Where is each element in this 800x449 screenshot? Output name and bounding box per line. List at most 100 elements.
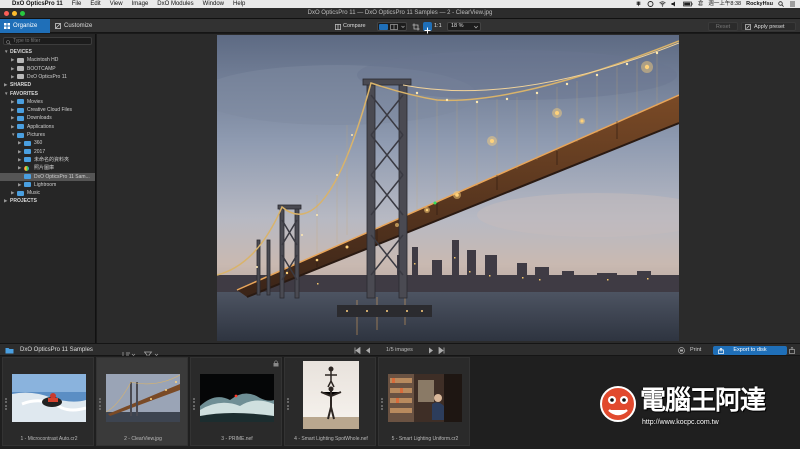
folder-icon [24,140,31,146]
sort-dropdown[interactable] [121,346,136,359]
view-dropdown-icon[interactable] [401,24,405,30]
print-button[interactable]: Print [678,346,708,355]
tree-item[interactable]: ▶ Macintosh HD [0,56,95,64]
zoom-value: 18 % [451,23,464,29]
menu-help[interactable]: Help [233,0,245,8]
watermark-title: 電腦王阿達 [640,386,766,416]
menu-window[interactable]: Window [203,0,224,8]
notification-center-icon[interactable] [789,1,796,7]
disclosure-closed-icon[interactable]: ▶ [4,81,9,89]
disclosure-open-icon[interactable]: ▼ [4,48,9,56]
tree-item[interactable]: ▶ BOOTCAMP [0,65,95,73]
menu-dxo-modules[interactable]: DxO Modules [157,0,193,8]
folder-icon [17,132,24,138]
menu-image[interactable]: Image [132,0,149,8]
tree-item[interactable]: ▶ Downloads [0,114,95,122]
thumbnail-3-image [200,374,274,422]
thumbnail-1[interactable]: 1 - Microcontrast Auto.cr2 [2,357,94,446]
split-view-icon[interactable] [390,23,398,30]
tree-item[interactable]: DxO OpticsPro 11 Sam... [0,172,95,181]
battery-icon[interactable] [683,1,693,7]
crop-icon[interactable] [412,23,420,31]
tree-item[interactable]: ▶ Lightroom [0,181,95,189]
tree-item[interactable]: ▶ 360 [0,139,95,147]
tree-section-shared[interactable]: ▶ SHARED [0,81,95,89]
thumbnail-5-caption: 5 - Smart Lighting Uniform.cr2 [391,436,459,442]
bridge-photo [217,35,679,341]
filter-search-input[interactable] [3,37,92,45]
wifi-icon[interactable] [659,1,666,7]
disclosure-closed-icon[interactable]: ▶ [11,106,16,114]
disclosure-closed-icon[interactable]: ▶ [18,156,23,164]
apply-preset-button[interactable]: Apply preset [741,22,796,31]
disclosure-closed-icon[interactable]: ▶ [18,164,23,172]
thumbnail-4-image [303,361,359,429]
main-preview-image[interactable] [217,35,679,341]
thumbnail-4[interactable]: 4 - Smart Lighting SpotWhole.nef [284,357,376,446]
filmstrip: 1 - Microcontrast Auto.cr2 2 - ClearView… [0,356,800,449]
tab-customize[interactable]: Customize [51,19,103,33]
disclosure-open-icon[interactable]: ▼ [4,90,9,98]
zoom-select[interactable]: 18 % [447,22,481,31]
disclosure-open-icon[interactable]: ▼ [11,131,16,139]
tree-section-favorites[interactable]: ▼ FAVORITES [0,90,95,98]
menu-view[interactable]: View [110,0,123,8]
reset-button[interactable]: Reset [708,22,738,31]
compare-button[interactable]: Compare [334,22,372,31]
spotlight-search-icon[interactable] [778,1,784,7]
disclosure-closed-icon[interactable]: ▶ [11,98,16,106]
menu-edit[interactable]: Edit [90,0,100,8]
creative-cloud-icon[interactable] [647,1,654,7]
export-label: Export to disk [733,347,767,353]
input-method-label[interactable]: 倉 [698,0,704,8]
disclosure-closed-icon[interactable]: ▶ [11,114,16,122]
watermark-logo: 電腦王阿達 http://www.kocpc.com.tw [598,384,798,434]
menu-file[interactable]: File [72,0,82,8]
disclosure-closed-icon[interactable]: ▶ [11,65,16,73]
drive-icon [17,57,24,63]
tree-item[interactable]: ▶ 2017 [0,148,95,156]
tree-item-label: 2017 [34,148,46,155]
tree-section-projects[interactable]: ▶ PROJECTS [0,197,95,205]
ratio-1-1-button[interactable]: 1:1 [434,22,442,31]
tree-section-devices[interactable]: ▼ DEVICES [0,48,95,56]
next-image-icon[interactable] [428,347,434,354]
tree-item[interactable]: ▶ Movies [0,98,95,106]
thumbnail-3[interactable]: 3 - PRIME.nef [190,357,282,446]
disclosure-closed-icon[interactable]: ▶ [11,56,16,64]
tree-item[interactable]: ▶ Creative Cloud Files [0,106,95,114]
filmstrip-toolbar: DxO OpticsPro 11 Samples 1/5 images Prin… [0,343,800,359]
tree-item[interactable]: ▶ 未命名的資料夾 [0,156,95,164]
volume-icon[interactable] [671,1,678,7]
tree-item[interactable]: ▶ Applications [0,123,95,131]
export-to-disk-button[interactable]: Export to disk [713,346,787,355]
disclosure-closed-icon[interactable]: ▶ [4,197,9,205]
disclosure-closed-icon[interactable]: ▶ [11,73,16,81]
tree-item[interactable]: ▶ Music [0,189,95,197]
last-image-icon[interactable] [438,347,445,354]
tab-organize[interactable]: Organize [0,19,50,33]
tree-item[interactable]: ▶ 照片圖庫 [0,164,95,172]
thumbnail-2[interactable]: 2 - ClearView.jpg [96,357,188,446]
tree-item[interactable]: ▶ DxO OpticsPro 11 [0,73,95,81]
disclosure-closed-icon[interactable]: ▶ [11,123,16,131]
drag-handle [287,398,289,410]
collapse-filmstrip-icon[interactable] [789,347,795,354]
single-view-button[interactable] [379,24,388,30]
app-menu[interactable]: DxO OpticsPro 11 [12,0,63,8]
prev-image-icon[interactable] [365,347,371,354]
disclosure-closed-icon[interactable]: ▶ [18,148,23,156]
filter-dropdown[interactable] [143,346,159,359]
loupe-button[interactable] [423,22,432,34]
tree-item-label: Downloads [27,115,52,122]
dropbox-icon[interactable] [635,1,642,7]
disclosure-closed-icon[interactable]: ▶ [18,139,23,147]
thumbnail-5[interactable]: 5 - Smart Lighting Uniform.cr2 [378,357,470,446]
disclosure-closed-icon[interactable]: ▶ [11,189,16,197]
first-image-icon[interactable] [354,347,361,354]
thumbnail-3-caption: 3 - PRIME.nef [221,436,253,442]
menubar-user[interactable]: RockyHsu [746,0,773,8]
disclosure-closed-icon[interactable]: ▶ [18,181,23,189]
menubar-clock[interactable]: 週一上午8:38 [708,0,741,8]
tree-item[interactable]: ▼ Pictures [0,131,95,139]
